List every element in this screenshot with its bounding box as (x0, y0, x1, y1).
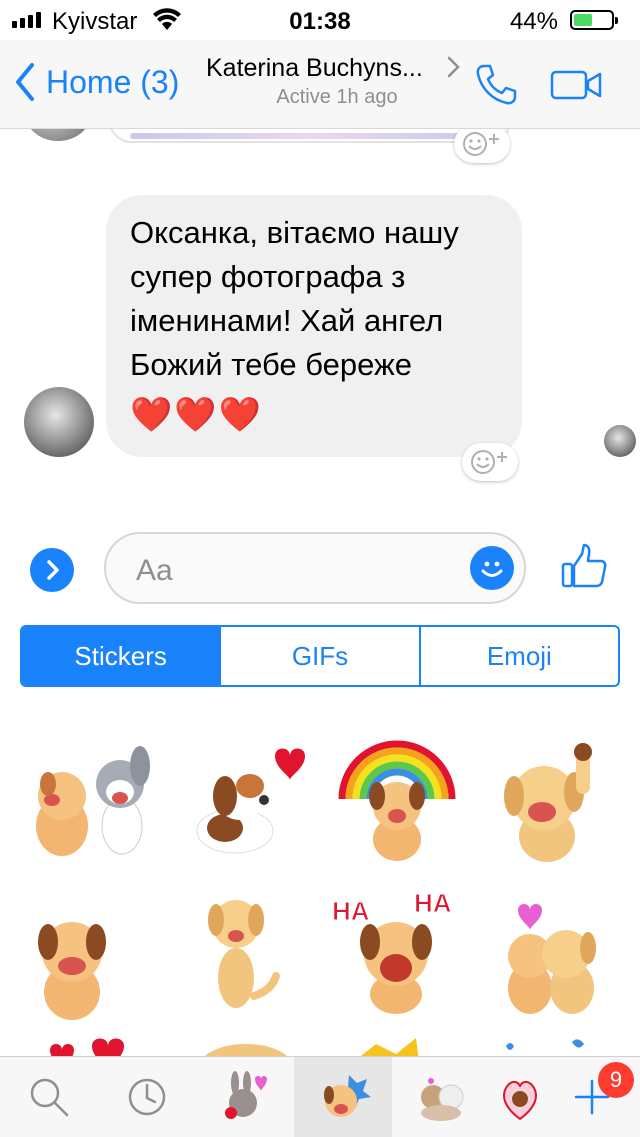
clock-icon (128, 1078, 166, 1116)
back-button[interactable]: Home (3) (14, 62, 179, 102)
message-placeholder: Aa (136, 554, 173, 587)
contact-name[interactable]: Katerina Buchyns... (206, 54, 423, 83)
seen-indicator-avatar (604, 425, 636, 457)
tab-stickers[interactable]: Stickers (22, 627, 220, 685)
battery-percent: 44% (509, 8, 558, 35)
message-list[interactable]: Оксанка, вітаємо нашу супер фотографа з … (0, 129, 640, 509)
tab-emoji[interactable]: Emoji (418, 627, 618, 685)
sticker-two-dogs[interactable] (22, 736, 152, 866)
smiley-icon (481, 561, 503, 577)
sticker-pack-heart[interactable] (490, 1057, 550, 1137)
sticker-hearts-partial[interactable] (30, 1036, 160, 1056)
dog-sticker-icon (324, 1075, 371, 1117)
sticker-drops-partial[interactable] (492, 1036, 622, 1056)
avatar[interactable] (24, 129, 92, 141)
smiley-plus-icon (463, 132, 499, 156)
chevron-right-icon[interactable] (446, 54, 462, 80)
message-bubble[interactable]: Оксанка, вітаємо нашу супер фотографа з … (106, 195, 522, 457)
expand-actions-button[interactable] (30, 548, 74, 592)
sticker-beagle-heart[interactable] (180, 736, 310, 866)
message-input[interactable]: Aa (104, 532, 526, 604)
sticker-dog-rainbow[interactable] (332, 734, 462, 864)
recent-stickers-button[interactable] (98, 1057, 196, 1137)
sticker-tray (0, 1056, 640, 1137)
status-bar: Kyivstar 01:38 44% (0, 0, 640, 40)
thumbs-up-icon[interactable] (560, 542, 608, 590)
back-label: Home (3) (46, 63, 180, 100)
add-reaction-button[interactable] (462, 443, 518, 481)
content-picker-tabs: Stickers GIFs Emoji (20, 625, 620, 687)
sticker-pack-bunny[interactable] (196, 1057, 294, 1137)
sticker-pack-dog[interactable] (294, 1057, 392, 1137)
sticker-dog-laughing[interactable] (20, 896, 150, 1026)
sticker-pack-friends[interactable] (392, 1057, 490, 1137)
battery-icon (570, 10, 618, 30)
chevron-right-icon (47, 560, 59, 580)
sticker-dog-waving[interactable] (482, 736, 612, 866)
sticker-text: HA (332, 896, 370, 926)
sticker-grid: HA HA (0, 700, 640, 1056)
bunny-sticker-icon (225, 1071, 267, 1119)
contact-status: Active 1h ago (276, 86, 398, 108)
sticker-dog-haha[interactable]: HA HA (330, 886, 460, 1016)
message-text: Оксанка, вітаємо нашу супер фотографа з … (130, 215, 459, 382)
smiley-plus-icon (471, 450, 507, 474)
notification-badge: 9 (598, 1062, 634, 1098)
phone-call-icon[interactable] (474, 62, 518, 106)
sticker-dogs-kiss[interactable] (490, 896, 620, 1026)
hearts-emoji: ❤️❤️❤️ (130, 396, 264, 434)
add-reaction-button[interactable] (454, 129, 510, 163)
video-call-icon[interactable] (550, 70, 602, 100)
chevron-left-icon (16, 63, 34, 101)
previous-message-bubble[interactable] (108, 129, 512, 143)
sticker-burst-partial[interactable] (346, 1030, 476, 1056)
avatar[interactable] (24, 387, 94, 457)
conversation-header: Home (3) Katerina Buchyns... Active 1h a… (0, 40, 640, 129)
tab-gifs[interactable]: GIFs (219, 627, 418, 685)
search-icon (30, 1078, 69, 1117)
sticker-search-button[interactable] (0, 1057, 98, 1137)
sticker-text: HA (414, 888, 452, 918)
sticker-dog-partial[interactable] (190, 1036, 320, 1056)
sticker-dog-dancing[interactable] (180, 886, 310, 1016)
heart-sticker-icon (503, 1080, 537, 1121)
emoji-button[interactable] (470, 546, 514, 590)
friends-sticker-icon (421, 1078, 464, 1121)
